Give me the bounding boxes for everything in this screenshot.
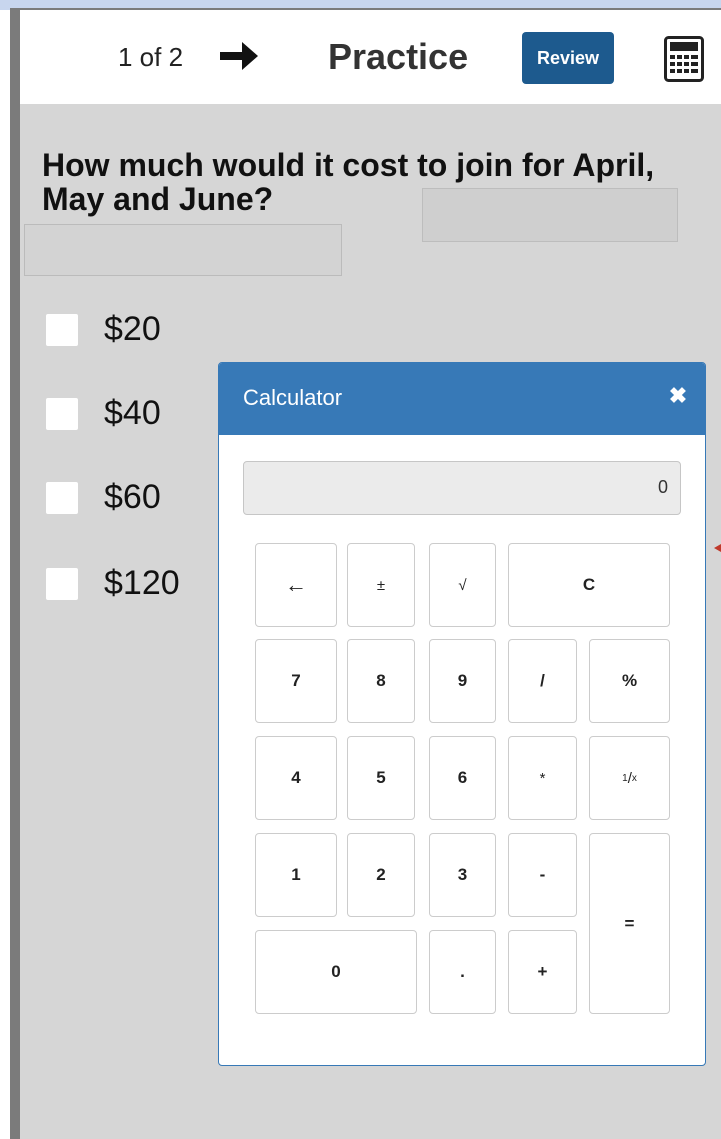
multiply-key[interactable]: * <box>508 736 577 820</box>
backspace-key[interactable]: ← <box>255 543 337 627</box>
answer-label: $40 <box>104 394 161 432</box>
percent-key[interactable]: % <box>589 639 670 723</box>
reciprocal-key[interactable]: 1/x <box>589 736 670 820</box>
sqrt-key[interactable]: √ <box>429 543 496 627</box>
digit-3-key[interactable]: 3 <box>429 833 496 917</box>
answer-label: $20 <box>104 310 161 348</box>
close-icon[interactable]: ✖ <box>663 381 693 411</box>
question-counter: 1 of 2 <box>118 42 184 72</box>
calculator-dialog: Calculator ✖ 0 ← ± √ C 7 8 9 / % 4 5 6 *… <box>218 362 706 1066</box>
decimal-key[interactable]: . <box>429 930 496 1014</box>
answer-label: $120 <box>104 564 180 602</box>
pointer-marker <box>714 544 721 552</box>
redaction-box <box>24 224 342 276</box>
calculator-title: Calculator <box>243 385 343 410</box>
equals-key[interactable]: = <box>589 833 670 1014</box>
digit-8-key[interactable]: 8 <box>347 639 415 723</box>
digit-1-key[interactable]: 1 <box>255 833 337 917</box>
digit-6-key[interactable]: 6 <box>429 736 496 820</box>
checkbox[interactable] <box>46 568 78 600</box>
plus-key[interactable]: + <box>508 930 577 1014</box>
calculator-icon[interactable] <box>664 36 704 82</box>
review-button[interactable]: Review <box>522 32 614 84</box>
digit-0-key[interactable]: 0 <box>255 930 417 1014</box>
digit-2-key[interactable]: 2 <box>347 833 415 917</box>
arrow-right-icon[interactable] <box>218 38 260 74</box>
plus-minus-key[interactable]: ± <box>347 543 415 627</box>
minus-key[interactable]: - <box>508 833 577 917</box>
checkbox[interactable] <box>46 314 78 346</box>
reciprocal-numerator: 1 <box>622 772 628 784</box>
page-title: Practice <box>328 36 469 77</box>
header-bar: 1 of 2 Practice Review <box>20 10 721 104</box>
digit-7-key[interactable]: 7 <box>255 639 337 723</box>
redaction-box <box>422 188 678 242</box>
answer-label: $60 <box>104 478 161 516</box>
digit-9-key[interactable]: 9 <box>429 639 496 723</box>
divide-key[interactable]: / <box>508 639 577 723</box>
checkbox[interactable] <box>46 398 78 430</box>
question-panel: 1 of 2 Practice Review How much would it… <box>20 10 721 1139</box>
calculator-header[interactable]: Calculator ✖ <box>219 363 705 435</box>
clear-key[interactable]: C <box>508 543 670 627</box>
reciprocal-denominator: x <box>631 772 637 784</box>
calculator-display: 0 <box>243 461 681 515</box>
digit-4-key[interactable]: 4 <box>255 736 337 820</box>
digit-5-key[interactable]: 5 <box>347 736 415 820</box>
checkbox[interactable] <box>46 482 78 514</box>
